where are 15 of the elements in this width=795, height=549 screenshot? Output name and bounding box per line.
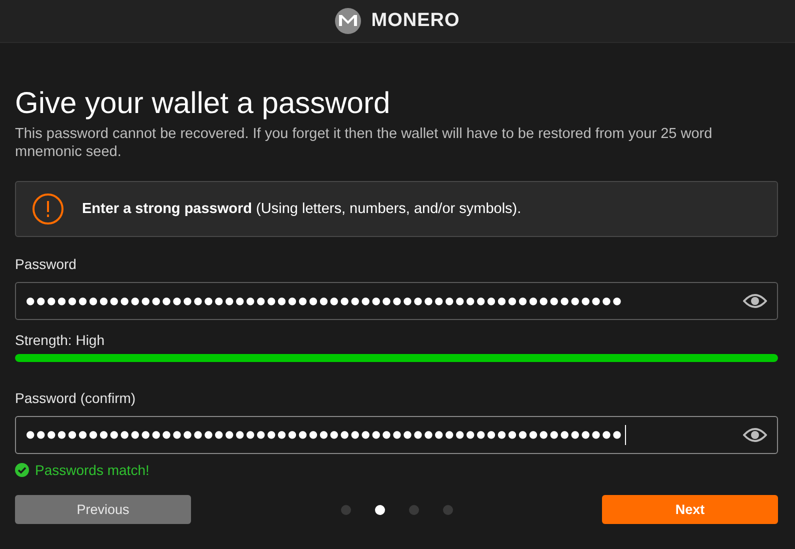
- confirm-password-field[interactable]: ●●●●●●●●●●●●●●●●●●●●●●●●●●●●●●●●●●●●●●●●●●●●●●●●●●●●●●●●●: [15, 416, 778, 454]
- eye-icon[interactable]: [743, 427, 767, 443]
- page-title: Give your wallet a password: [15, 87, 392, 121]
- field-label: Password: [15, 256, 78, 272]
- brand-name: MONERO: [371, 10, 460, 32]
- strength-label: Strength: High: [15, 332, 106, 348]
- password-field[interactable]: ●●●●●●●●●●●●●●●●●●●●●●●●●●●●●●●●●●●●●●●●●●●●●●●●●●●●●●●●●: [15, 282, 778, 320]
- warning-icon: [32, 193, 64, 225]
- eye-icon[interactable]: [743, 293, 767, 309]
- notice-text: Enter a strong password (Using letters, numbers, and/or symbols).: [82, 201, 522, 217]
- match-message: Passwords match!: [35, 462, 150, 478]
- subtitle: This password cannot be recovered. If you forget it then the wallet will have to be restored from your 25 word mnemonic seed.: [15, 125, 714, 161]
- field-label: Password (confirm): [15, 390, 137, 406]
- logo-icon: [335, 8, 362, 34]
- previous-button[interactable]: Previous: [15, 495, 191, 524]
